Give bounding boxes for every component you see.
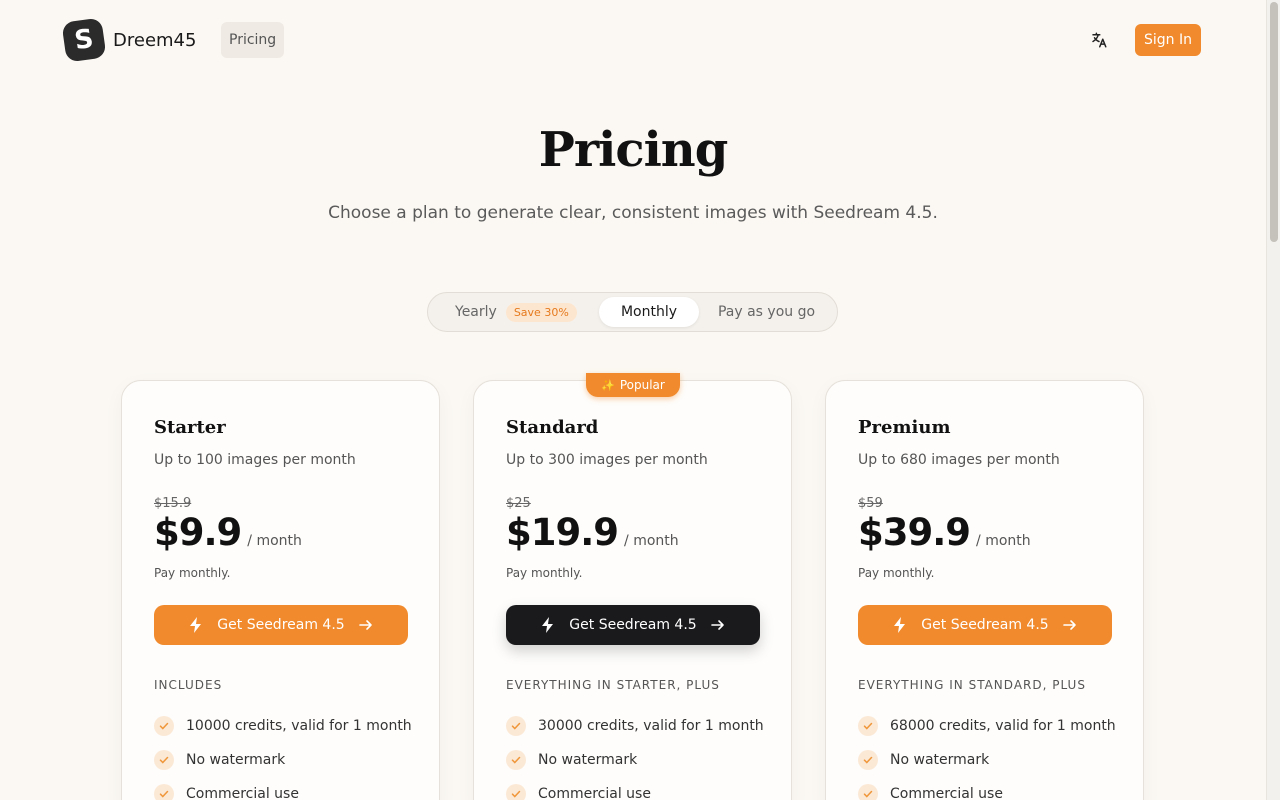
toggle-monthly[interactable]: Monthly <box>599 297 699 327</box>
arrow-right-icon <box>358 620 372 630</box>
plan-card-standard: ✨ Popular Standard Up to 300 images per … <box>473 373 792 800</box>
check-icon <box>154 784 174 800</box>
feature-item: No watermark <box>506 743 764 777</box>
site-header: S Dreem45 Pricing Sign In <box>0 0 1266 80</box>
plan-card-premium: Premium Up to 680 images per month $59 $… <box>825 380 1144 800</box>
price-row: $9.9 / month <box>154 511 302 554</box>
toggle-yearly-label: Yearly <box>455 304 497 320</box>
feature-text: 68000 credits, valid for 1 month <box>890 718 1116 734</box>
feature-text: No watermark <box>890 752 990 768</box>
includes-title: EVERYTHING IN STANDARD, PLUS <box>858 678 1086 692</box>
old-price: $15.9 <box>154 496 192 511</box>
cta-label: Get Seedream 4.5 <box>217 617 345 633</box>
includes-title: INCLUDES <box>154 678 223 692</box>
check-icon <box>506 716 526 736</box>
brand-logo[interactable]: S Dreem45 <box>61 17 197 63</box>
check-icon <box>154 750 174 770</box>
save-badge: Save 30% <box>505 302 577 322</box>
plan-card-starter: Starter Up to 100 images per month $15.9… <box>121 380 440 800</box>
feature-list: 30000 credits, valid for 1 month No wate… <box>506 709 764 800</box>
sparkle-icon: ✨ <box>601 378 615 392</box>
cta-label: Get Seedream 4.5 <box>569 617 697 633</box>
feature-text: Commercial use <box>890 786 1003 800</box>
price-period: / month <box>624 533 679 549</box>
bolt-icon <box>542 617 554 633</box>
feature-list: 10000 credits, valid for 1 month No wate… <box>154 709 412 800</box>
feature-text: No watermark <box>186 752 286 768</box>
check-icon <box>506 750 526 770</box>
feature-item: 30000 credits, valid for 1 month <box>506 709 764 743</box>
plan-name: Starter <box>154 417 226 438</box>
feature-text: Commercial use <box>538 786 651 800</box>
plan-description: Up to 100 images per month <box>154 452 356 468</box>
feature-item: Commercial use <box>154 777 412 800</box>
check-icon <box>858 716 878 736</box>
toggle-pay-as-you-go[interactable]: Pay as you go <box>709 297 824 327</box>
page-title: Pricing <box>538 122 729 178</box>
feature-item: Commercial use <box>858 777 1116 800</box>
nav-pricing-link[interactable]: Pricing <box>221 22 285 58</box>
plan-description: Up to 680 images per month <box>858 452 1060 468</box>
get-plan-button[interactable]: Get Seedream 4.5 <box>154 605 408 645</box>
plan-name: Premium <box>858 417 951 438</box>
includes-title: EVERYTHING IN STARTER, PLUS <box>506 678 720 692</box>
feature-text: Commercial use <box>186 786 299 800</box>
feature-item: No watermark <box>858 743 1116 777</box>
price-period: / month <box>976 533 1031 549</box>
page-subtitle: Choose a plan to generate clear, consist… <box>328 203 938 223</box>
toggle-yearly[interactable]: Yearly Save 30% <box>442 297 602 327</box>
arrow-right-icon <box>1062 620 1076 630</box>
feature-text: No watermark <box>538 752 638 768</box>
old-price: $59 <box>858 496 883 511</box>
price: $9.9 <box>154 511 242 554</box>
price: $19.9 <box>506 511 619 554</box>
feature-item: 10000 credits, valid for 1 month <box>154 709 412 743</box>
feature-item: No watermark <box>154 743 412 777</box>
billing-toggle: Yearly Save 30% Monthly Pay as you go <box>427 292 838 332</box>
cta-label: Get Seedream 4.5 <box>921 617 1049 633</box>
scrollbar-thumb[interactable] <box>1270 2 1278 242</box>
plan-description: Up to 300 images per month <box>506 452 708 468</box>
bolt-icon <box>894 617 906 633</box>
sign-in-button[interactable]: Sign In <box>1135 24 1201 56</box>
brand-name: Dreem45 <box>113 29 197 51</box>
price-period: / month <box>247 533 302 549</box>
check-icon <box>858 784 878 800</box>
bolt-icon <box>190 617 202 633</box>
billing-note: Pay monthly. <box>858 566 935 580</box>
check-icon <box>154 716 174 736</box>
feature-text: 10000 credits, valid for 1 month <box>186 718 412 734</box>
arrow-right-icon <box>710 620 724 630</box>
price-row: $19.9 / month <box>506 511 679 554</box>
translate-icon[interactable] <box>1086 27 1112 53</box>
billing-note: Pay monthly. <box>506 566 583 580</box>
get-plan-button[interactable]: Get Seedream 4.5 <box>858 605 1112 645</box>
popular-label: Popular <box>619 378 665 392</box>
check-icon <box>858 750 878 770</box>
logo-mark: S <box>61 17 107 63</box>
feature-item: Commercial use <box>506 777 764 800</box>
feature-item: 68000 credits, valid for 1 month <box>858 709 1116 743</box>
check-icon <box>506 784 526 800</box>
popular-badge: ✨ Popular <box>586 373 680 397</box>
price: $39.9 <box>858 511 971 554</box>
feature-text: 30000 credits, valid for 1 month <box>538 718 764 734</box>
get-plan-button[interactable]: Get Seedream 4.5 <box>506 605 760 645</box>
old-price: $25 <box>506 496 531 511</box>
price-row: $39.9 / month <box>858 511 1031 554</box>
plan-name: Standard <box>506 417 599 438</box>
page-scrollbar[interactable] <box>1266 0 1280 800</box>
billing-note: Pay monthly. <box>154 566 231 580</box>
feature-list: 68000 credits, valid for 1 month No wate… <box>858 709 1116 800</box>
